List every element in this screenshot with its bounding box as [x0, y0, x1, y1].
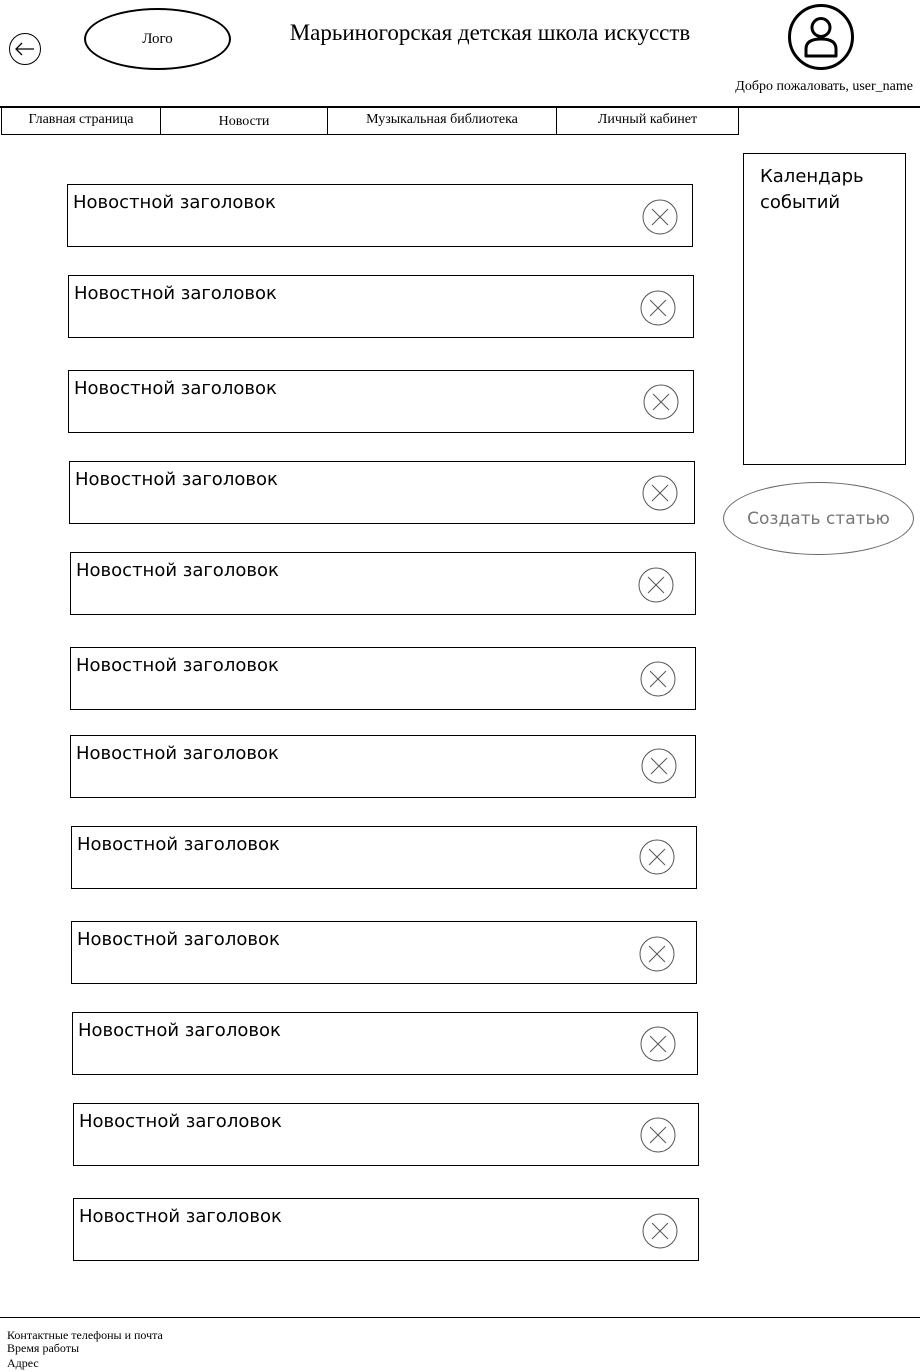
arrow-left-icon: [15, 42, 34, 56]
footer-divider: [0, 1317, 920, 1318]
events-calendar[interactable]: Календарь событий: [743, 153, 906, 465]
news-title: Новостной заголовок: [79, 1206, 282, 1227]
news-card[interactable]: Новостной заголовок: [71, 921, 697, 984]
nav-item-home[interactable]: Главная страница: [1, 108, 161, 135]
nav-item-label: Музыкальная библиотека: [366, 112, 518, 127]
calendar-title: Календарь событий: [760, 166, 864, 213]
close-circle-icon[interactable]: [642, 199, 678, 235]
create-article-button[interactable]: Создать статью: [723, 482, 914, 555]
nav-item-label: Главная страница: [28, 112, 134, 127]
footer-address: Адрес: [7, 1356, 39, 1370]
footer-contacts: Контактные телефоны и почта: [7, 1328, 163, 1342]
close-circle-icon[interactable]: [640, 290, 676, 326]
news-title: Новостной заголовок: [77, 834, 280, 855]
news-card[interactable]: Новостной заголовок: [68, 370, 694, 433]
close-circle-icon[interactable]: [641, 748, 677, 784]
news-title: Новостной заголовок: [76, 655, 279, 676]
close-circle-icon[interactable]: [640, 1026, 676, 1062]
news-card[interactable]: Новостной заголовок: [69, 461, 695, 524]
news-card[interactable]: Новостной заголовок: [72, 1012, 698, 1075]
nav-item-news[interactable]: Новости: [160, 108, 328, 135]
news-card[interactable]: Новостной заголовок: [68, 275, 694, 338]
logo-label: Лого: [142, 30, 173, 47]
news-title: Новостной заголовок: [78, 1020, 281, 1041]
create-article-label: Создать статью: [747, 508, 890, 529]
close-circle-icon[interactable]: [642, 1213, 678, 1249]
close-circle-icon[interactable]: [639, 936, 675, 972]
nav-item-label: Личный кабинет: [597, 112, 698, 127]
close-circle-icon[interactable]: [638, 567, 674, 603]
close-circle-icon[interactable]: [640, 1117, 676, 1153]
main-nav: Главная страница Новости Музыкальная биб…: [1, 108, 739, 135]
news-card[interactable]: Новостной заголовок: [70, 552, 696, 615]
news-title: Новостной заголовок: [76, 560, 279, 581]
news-title: Новостной заголовок: [74, 283, 277, 304]
news-title: Новостной заголовок: [76, 743, 279, 764]
news-card[interactable]: Новостной заголовок: [73, 1103, 699, 1166]
news-card[interactable]: Новостной заголовок: [73, 1198, 699, 1261]
news-title: Новостной заголовок: [73, 192, 276, 213]
news-title: Новостной заголовок: [74, 378, 277, 399]
back-button[interactable]: [9, 33, 41, 65]
footer-hours: Время работы: [7, 1341, 80, 1355]
nav-item-music-library[interactable]: Музыкальная библиотека: [327, 108, 557, 135]
site-title: Марьиногорская детская школа искусств: [289, 20, 691, 45]
close-circle-icon[interactable]: [643, 384, 679, 420]
close-circle-icon[interactable]: [639, 839, 675, 875]
welcome-text: Добро пожаловать, user_name: [735, 79, 913, 94]
news-title: Новостной заголовок: [77, 929, 280, 950]
news-title: Новостной заголовок: [79, 1111, 282, 1132]
user-avatar[interactable]: [788, 4, 854, 70]
news-card[interactable]: Новостной заголовок: [70, 647, 696, 710]
news-card[interactable]: Новостной заголовок: [71, 826, 697, 889]
news-title: Новостной заголовок: [75, 469, 278, 490]
news-card[interactable]: Новостной заголовок: [67, 184, 693, 247]
nav-item-label: Новости: [218, 114, 270, 129]
nav-item-personal-account[interactable]: Личный кабинет: [556, 108, 739, 135]
close-circle-icon[interactable]: [642, 475, 678, 511]
user-icon: [788, 4, 854, 70]
news-card[interactable]: Новостной заголовок: [70, 735, 696, 798]
close-circle-icon[interactable]: [640, 661, 676, 697]
